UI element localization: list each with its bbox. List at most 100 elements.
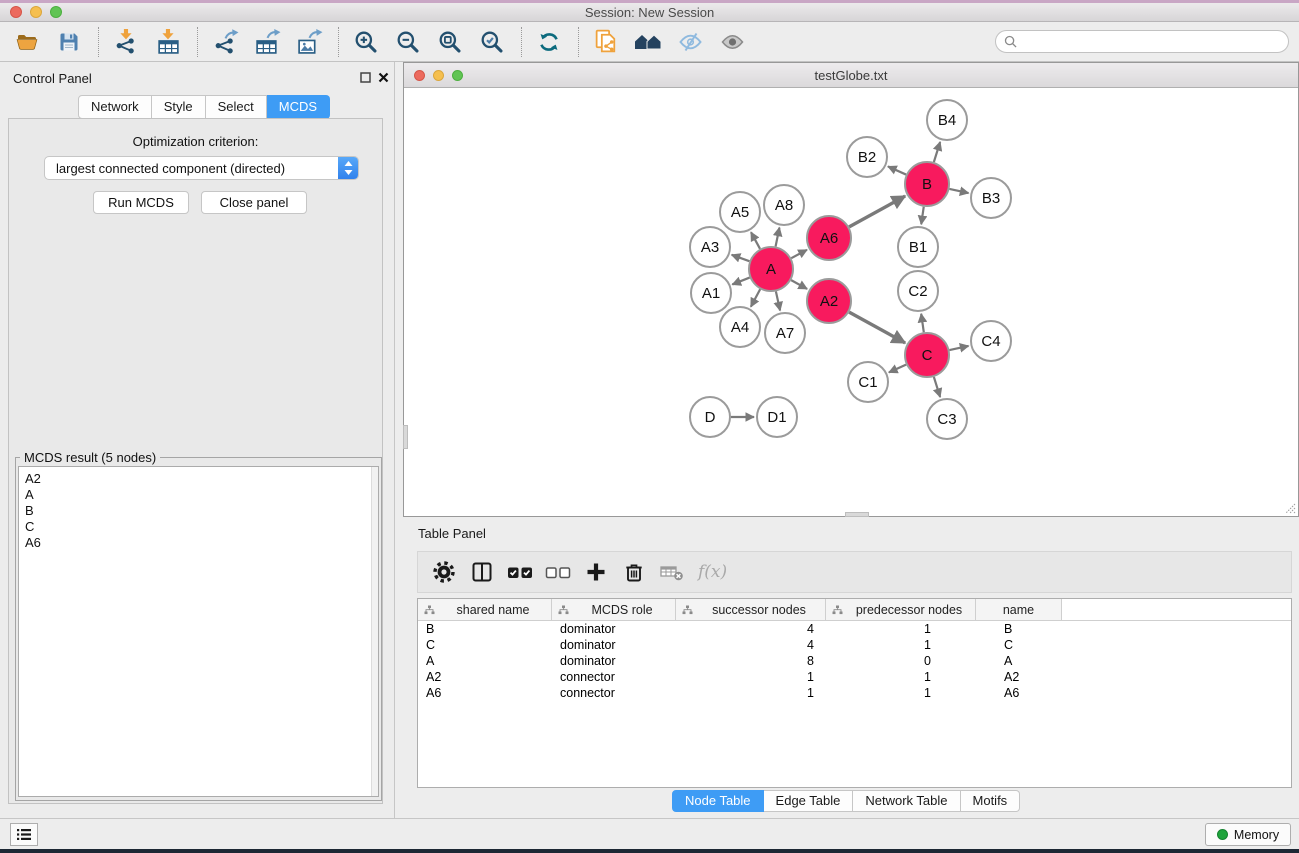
edge-C-C2[interactable] bbox=[921, 314, 924, 332]
graph-node-A5[interactable]: A5 bbox=[720, 192, 760, 232]
table-row[interactable]: A6connector11A6 bbox=[418, 685, 1291, 701]
delete-column-trash-icon[interactable] bbox=[616, 557, 652, 587]
cell-shared-name[interactable]: A6 bbox=[418, 685, 552, 701]
cell-mcds-role[interactable]: dominator bbox=[552, 653, 676, 669]
graph-node-C1[interactable]: C1 bbox=[848, 362, 888, 402]
cell-predecessor-nodes[interactable]: 1 bbox=[826, 621, 976, 637]
cell-successor-nodes[interactable]: 1 bbox=[676, 669, 826, 685]
table-row[interactable]: Cdominator41C bbox=[418, 637, 1291, 653]
cell-mcds-role[interactable]: dominator bbox=[552, 637, 676, 653]
column-header-successor-nodes[interactable]: successor nodes bbox=[676, 599, 826, 620]
graph-node-B2[interactable]: B2 bbox=[847, 137, 887, 177]
home-view-icon[interactable] bbox=[631, 26, 665, 58]
cell-mcds-role[interactable]: connector bbox=[552, 685, 676, 701]
edge-A-A1[interactable] bbox=[732, 278, 749, 285]
column-header-mcds-role[interactable]: MCDS role bbox=[552, 599, 676, 620]
graph-node-C4[interactable]: C4 bbox=[971, 321, 1011, 361]
table-row[interactable]: A2connector11A2 bbox=[418, 669, 1291, 685]
cell-shared-name[interactable]: C bbox=[418, 637, 552, 653]
cell-name[interactable]: B bbox=[976, 621, 1062, 637]
edge-A-A4[interactable] bbox=[751, 289, 760, 306]
run-mcds-button[interactable]: Run MCDS bbox=[93, 191, 189, 214]
node-table[interactable]: shared nameMCDS rolesuccessor nodesprede… bbox=[417, 598, 1292, 788]
cell-shared-name[interactable]: A2 bbox=[418, 669, 552, 685]
zoom-out-icon[interactable] bbox=[391, 26, 425, 58]
cell-successor-nodes[interactable]: 4 bbox=[676, 621, 826, 637]
window-resize-grip[interactable] bbox=[1283, 501, 1296, 514]
tab-select[interactable]: Select bbox=[206, 95, 267, 119]
export-table-icon[interactable] bbox=[250, 26, 284, 58]
import-table-icon[interactable] bbox=[151, 26, 185, 58]
edge-A2-C[interactable] bbox=[849, 312, 905, 343]
graph-node-C[interactable]: C bbox=[905, 333, 949, 377]
zoom-in-icon[interactable] bbox=[349, 26, 383, 58]
edge-A-A5[interactable] bbox=[751, 232, 760, 249]
edge-C-C1[interactable] bbox=[889, 365, 906, 373]
tab-mcds[interactable]: MCDS bbox=[267, 95, 330, 119]
graph-node-C3[interactable]: C3 bbox=[927, 399, 967, 439]
hide-selected-eye-icon[interactable] bbox=[673, 26, 707, 58]
graph-node-A4[interactable]: A4 bbox=[720, 307, 760, 347]
edge-A-A6[interactable] bbox=[791, 250, 807, 258]
task-history-button[interactable] bbox=[10, 823, 38, 846]
mcds-result-item[interactable]: A bbox=[25, 487, 378, 503]
apply-function-icon[interactable]: f(x) bbox=[698, 562, 727, 582]
graph-node-A1[interactable]: A1 bbox=[691, 273, 731, 313]
close-panel-icon[interactable] bbox=[376, 70, 391, 85]
cell-shared-name[interactable]: B bbox=[418, 621, 552, 637]
network-graph[interactable]: B4B2BB3A5A8A6A3B1AC2A1A2A4A7C4CC1DD1C3 bbox=[404, 88, 1298, 516]
splitter-handle-vertical[interactable] bbox=[403, 425, 408, 449]
mcds-result-item[interactable]: A2 bbox=[25, 471, 378, 487]
column-header-shared-name[interactable]: shared name bbox=[418, 599, 552, 620]
graph-node-B[interactable]: B bbox=[905, 162, 949, 206]
save-session-icon[interactable] bbox=[52, 26, 86, 58]
edge-A-A8[interactable] bbox=[776, 228, 780, 247]
deselect-all-columns-icon[interactable] bbox=[540, 557, 576, 587]
graph-node-A8[interactable]: A8 bbox=[764, 185, 804, 225]
table-settings-gear-icon[interactable] bbox=[426, 557, 462, 587]
tab-motifs[interactable]: Motifs bbox=[961, 790, 1021, 812]
cell-predecessor-nodes[interactable]: 1 bbox=[826, 669, 976, 685]
cell-shared-name[interactable]: A bbox=[418, 653, 552, 669]
edge-A-A2[interactable] bbox=[791, 280, 807, 289]
export-network-icon[interactable] bbox=[208, 26, 242, 58]
tab-edge-table[interactable]: Edge Table bbox=[764, 790, 854, 812]
mcds-result-list[interactable]: A2ABCA6 bbox=[18, 466, 379, 797]
edge-A-A3[interactable] bbox=[732, 255, 750, 261]
float-panel-icon[interactable] bbox=[358, 70, 373, 85]
cell-successor-nodes[interactable]: 8 bbox=[676, 653, 826, 669]
tab-node-table[interactable]: Node Table bbox=[672, 790, 764, 812]
cell-successor-nodes[interactable]: 1 bbox=[676, 685, 826, 701]
refresh-view-icon[interactable] bbox=[532, 26, 566, 58]
graph-node-A6[interactable]: A6 bbox=[807, 216, 851, 260]
edge-B-B2[interactable] bbox=[888, 166, 906, 174]
edge-B-B4[interactable] bbox=[934, 142, 940, 162]
graph-node-A[interactable]: A bbox=[749, 247, 793, 291]
zoom-selected-icon[interactable] bbox=[475, 26, 509, 58]
graph-node-B1[interactable]: B1 bbox=[898, 227, 938, 267]
export-image-icon[interactable] bbox=[292, 26, 326, 58]
cell-successor-nodes[interactable]: 4 bbox=[676, 637, 826, 653]
mcds-list-scrollbar[interactable] bbox=[371, 467, 378, 796]
graph-node-A3[interactable]: A3 bbox=[690, 227, 730, 267]
edge-A6-B[interactable] bbox=[849, 196, 905, 227]
clone-network-icon[interactable] bbox=[589, 26, 623, 58]
cell-predecessor-nodes[interactable]: 1 bbox=[826, 685, 976, 701]
table-row[interactable]: Adominator80A bbox=[418, 653, 1291, 669]
graph-node-A2[interactable]: A2 bbox=[807, 279, 851, 323]
cell-mcds-role[interactable]: dominator bbox=[552, 621, 676, 637]
delete-table-icon[interactable] bbox=[654, 557, 690, 587]
cell-predecessor-nodes[interactable]: 1 bbox=[826, 637, 976, 653]
edge-B-B3[interactable] bbox=[949, 189, 968, 193]
tab-network-table[interactable]: Network Table bbox=[853, 790, 960, 812]
edge-A-A7[interactable] bbox=[776, 291, 780, 310]
column-header-name[interactable]: name bbox=[976, 599, 1062, 620]
network-view-window[interactable]: testGlobe.txt B4B2BB3A5A8A6A3B1AC2A1A2A4… bbox=[403, 62, 1299, 517]
mcds-result-item[interactable]: B bbox=[25, 503, 378, 519]
cell-mcds-role[interactable]: connector bbox=[552, 669, 676, 685]
graph-node-D[interactable]: D bbox=[690, 397, 730, 437]
mcds-result-item[interactable]: C bbox=[25, 519, 378, 535]
edge-C-C4[interactable] bbox=[949, 346, 968, 350]
edge-B-B1[interactable] bbox=[921, 207, 923, 224]
open-file-icon[interactable] bbox=[10, 26, 44, 58]
